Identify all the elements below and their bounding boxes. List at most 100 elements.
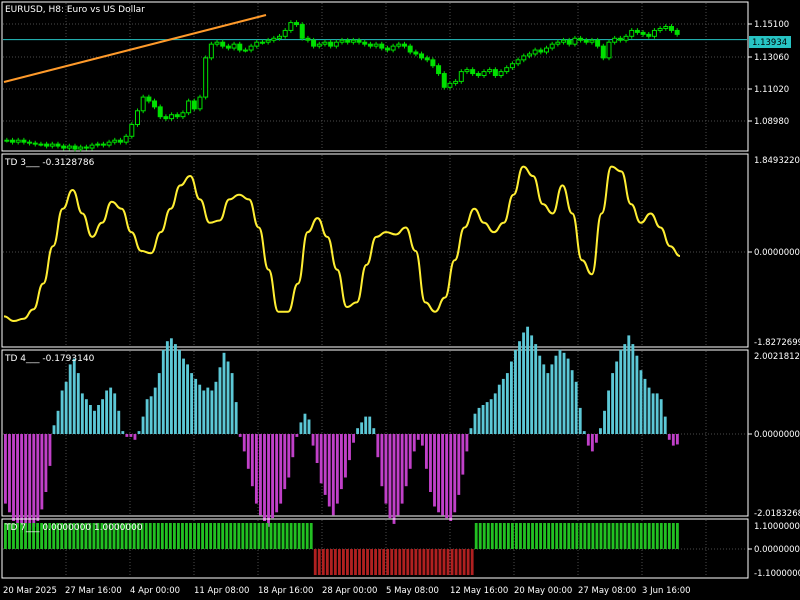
td4-bar bbox=[675, 434, 679, 445]
td4-bar bbox=[206, 387, 210, 434]
candle-body bbox=[617, 37, 623, 41]
td4-bar bbox=[109, 387, 113, 434]
td7-bar bbox=[257, 523, 261, 549]
td7-bar bbox=[647, 523, 651, 549]
price-axis[interactable]: 1.15100 1.13060 1.11020 1.08980 1.13934 bbox=[748, 20, 791, 127]
td4-bar bbox=[477, 407, 481, 434]
td4-bar bbox=[449, 434, 453, 521]
td4-bar bbox=[651, 393, 655, 434]
candle-body bbox=[299, 24, 305, 39]
td4-bar bbox=[250, 434, 254, 487]
td4-bar bbox=[48, 434, 52, 466]
td4-bar bbox=[52, 425, 56, 434]
td7-bar bbox=[317, 549, 321, 575]
td7-axis-label: 0.0000000 bbox=[754, 545, 800, 555]
td7-bar bbox=[567, 523, 571, 549]
candle-body bbox=[345, 39, 351, 43]
td4-bar bbox=[505, 373, 509, 434]
td4-bar bbox=[384, 434, 388, 504]
td4-bar bbox=[259, 434, 262, 516]
td4-bar bbox=[607, 390, 610, 434]
td4-bar bbox=[331, 434, 335, 516]
td4-bar bbox=[619, 349, 623, 434]
td4-bar bbox=[141, 416, 145, 434]
td7-bar bbox=[555, 523, 559, 549]
td7-bar bbox=[269, 523, 273, 549]
candle-body bbox=[220, 41, 226, 47]
candle-body bbox=[634, 29, 640, 33]
td7-bar bbox=[434, 549, 438, 575]
td4-bar bbox=[271, 434, 275, 519]
td4-bar bbox=[279, 434, 283, 504]
td4-bar bbox=[339, 434, 343, 490]
time-label: 27 May 08:00 bbox=[578, 586, 636, 596]
candle-body bbox=[356, 39, 362, 43]
td7-bar bbox=[277, 523, 281, 549]
td4-bar bbox=[530, 335, 534, 434]
candle-body bbox=[350, 39, 356, 43]
td7-bar bbox=[671, 523, 675, 549]
td7-bar bbox=[466, 549, 470, 575]
candle-body bbox=[322, 41, 328, 45]
td7-bar bbox=[655, 523, 659, 549]
td4-bar bbox=[465, 434, 469, 452]
chart-canvas[interactable]: EURUSD, H8: Euro vs US Dollar TD 3___ -0… bbox=[0, 0, 800, 600]
candle-body bbox=[32, 142, 38, 145]
time-axis[interactable]: 20 Mar 2025 27 Mar 16:00 4 Apr 00:00 11 … bbox=[3, 586, 691, 596]
td4-bar bbox=[404, 434, 408, 487]
candle-body bbox=[492, 69, 498, 77]
td7-bar bbox=[490, 523, 494, 549]
td7-bar bbox=[313, 549, 317, 575]
td7-bar bbox=[329, 549, 333, 575]
time-label: 5 May 08:00 bbox=[386, 586, 439, 596]
td4-bar bbox=[4, 434, 7, 504]
td3-axis: 1.8493220 0.0000000 -1.8272699 bbox=[748, 156, 800, 348]
td4-bar bbox=[647, 387, 651, 434]
td7-bar bbox=[643, 523, 647, 549]
td7-bar bbox=[623, 523, 627, 549]
td4-bar bbox=[437, 434, 440, 513]
td7-bar bbox=[152, 523, 156, 549]
time-label: 12 May 16:00 bbox=[450, 586, 508, 596]
td7-bar bbox=[599, 523, 603, 549]
td7-bar bbox=[394, 549, 398, 575]
td3-pane[interactable]: TD 3___ -0.3128786 bbox=[1, 153, 749, 348]
candle-body bbox=[117, 139, 123, 143]
td4-bar bbox=[210, 390, 214, 434]
td4-bar bbox=[627, 335, 631, 434]
td4-bar bbox=[514, 349, 517, 434]
td4-bar bbox=[659, 399, 663, 434]
td7-bar bbox=[498, 523, 502, 549]
candle-body bbox=[441, 73, 447, 88]
td3-pane-frame bbox=[1, 153, 749, 348]
candle-body bbox=[663, 26, 669, 29]
td7-bar bbox=[446, 549, 450, 575]
candle-body bbox=[487, 69, 493, 73]
candle-body bbox=[515, 59, 521, 65]
td7-bar bbox=[675, 523, 679, 549]
td4-pane[interactable]: TD 4___ -0.1793140 bbox=[1, 326, 749, 533]
td7-bar bbox=[168, 523, 172, 549]
price-label: 1.13060 bbox=[754, 53, 789, 63]
td7-bar bbox=[148, 523, 152, 549]
td7-bar bbox=[181, 523, 184, 549]
td7-bar bbox=[539, 523, 542, 549]
td7-axis: 1.1000000 0.0000000 -1.1000000 bbox=[748, 522, 800, 579]
td4-bar bbox=[481, 405, 485, 434]
td7-bar bbox=[418, 549, 422, 575]
td7-bar bbox=[301, 523, 305, 549]
td4-bar bbox=[356, 428, 360, 434]
td4-bar bbox=[526, 326, 530, 434]
td4-bar bbox=[283, 434, 287, 490]
td7-bar bbox=[144, 523, 148, 549]
candle-body bbox=[140, 96, 146, 112]
price-label: 1.15100 bbox=[754, 20, 789, 30]
td7-bar bbox=[619, 523, 623, 549]
candle-body bbox=[623, 35, 629, 41]
candle-body bbox=[521, 55, 527, 61]
candle-body bbox=[254, 41, 260, 47]
td4-bar bbox=[348, 434, 351, 461]
td7-bar bbox=[273, 523, 277, 549]
td7-bar bbox=[531, 523, 534, 549]
candle-body bbox=[78, 146, 84, 150]
